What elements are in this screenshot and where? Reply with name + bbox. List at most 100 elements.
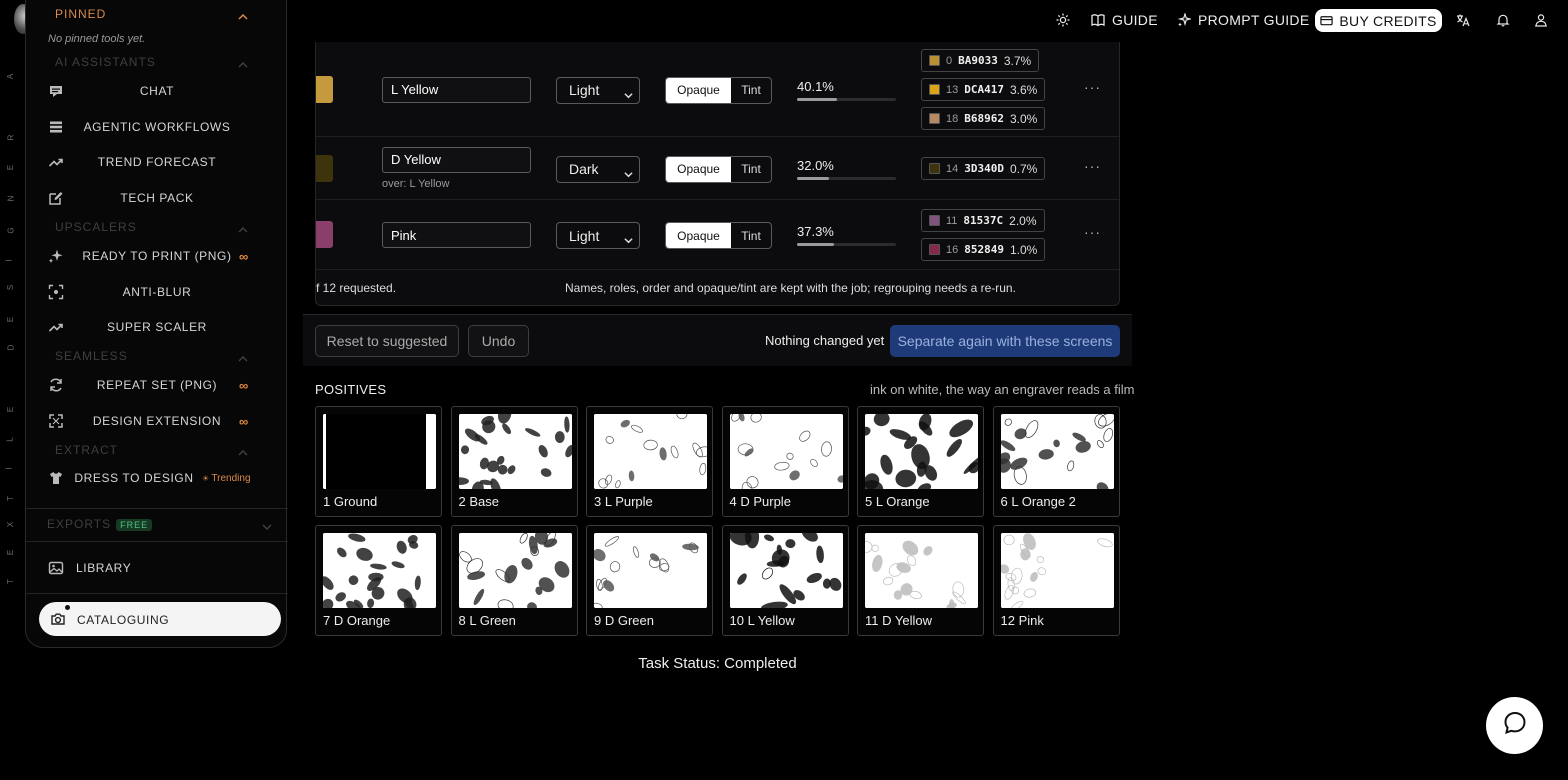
- more-options-icon[interactable]: ···: [1084, 224, 1101, 240]
- strip-letter: G: [6, 227, 16, 234]
- more-options-icon[interactable]: ···: [1084, 79, 1101, 95]
- positive-film-tile[interactable]: 2 Base: [450, 406, 578, 517]
- film-label: 9 D Green: [594, 613, 654, 628]
- palette-color-chip[interactable]: 0 BA9033 3.7%: [921, 49, 1040, 72]
- chevron-up-icon[interactable]: [238, 222, 248, 233]
- chevron-up-icon[interactable]: [238, 9, 248, 20]
- positive-film-tile[interactable]: 3 L Purple: [586, 406, 713, 517]
- chevron-down-icon: [624, 87, 633, 98]
- positive-film-tile[interactable]: 11 D Yellow: [857, 525, 984, 636]
- film-thumbnail: [458, 414, 572, 489]
- buy-credits-button[interactable]: BUY CREDITS: [1315, 9, 1442, 32]
- sparkle-icon: [48, 248, 64, 264]
- support-chat-button[interactable]: [1486, 697, 1543, 754]
- sidebar-item-dress-to-design[interactable]: DRESS TO DESIGN ☀ Trending: [26, 463, 288, 493]
- opaque-option[interactable]: Opaque: [666, 77, 731, 103]
- opaque-option[interactable]: Opaque: [666, 156, 731, 182]
- role-select[interactable]: Light: [556, 222, 640, 249]
- film-label: 11 D Yellow: [865, 613, 932, 628]
- theme-toggle[interactable]: [1056, 8, 1070, 32]
- coverage-bar-fill: [797, 176, 829, 180]
- coverage-bar-fill: [797, 97, 837, 101]
- screen-color-swatch[interactable]: [316, 221, 333, 248]
- translate-icon: [1456, 13, 1470, 27]
- palette-color-chip[interactable]: 13 DCA417 3.6%: [921, 78, 1046, 101]
- positive-film-tile[interactable]: 6 L Orange 2: [992, 406, 1120, 517]
- screen-name-input[interactable]: [382, 146, 531, 173]
- sidebar-item-label: TREND FORECAST: [97, 155, 217, 169]
- chip-hex: 81537C: [963, 214, 1004, 227]
- tint-option[interactable]: Tint: [731, 223, 771, 248]
- sidebar-item-tech-pack[interactable]: TECH PACK: [26, 183, 288, 213]
- sidebar-item-library[interactable]: LIBRARY: [26, 553, 288, 583]
- prompt-guide-link[interactable]: PROMPT GUIDE: [1177, 8, 1309, 32]
- sidebar-item-cataloguing[interactable]: CATALOGUING: [39, 602, 281, 636]
- buy-credits-label: BUY CREDITS: [1339, 12, 1437, 29]
- section-header[interactable]: EXTRACT: [55, 443, 118, 457]
- positive-film-tile[interactable]: 10 L Yellow: [721, 525, 849, 636]
- sidebar-item-label: ANTI-BLUR: [122, 285, 192, 299]
- sidebar-item-label: LIBRARY: [76, 561, 132, 575]
- chevron-up-icon[interactable]: [238, 57, 248, 68]
- screen-color-swatch[interactable]: [316, 75, 333, 103]
- chevron-down-icon[interactable]: [262, 519, 272, 531]
- expand-icon: [48, 413, 64, 429]
- chip-swatch: [929, 163, 940, 174]
- positive-film-tile[interactable]: 5 L Orange: [857, 406, 984, 517]
- sidebar-item-ready-to-print-png[interactable]: READY TO PRINT (PNG) ∞: [26, 241, 288, 271]
- chip-percent: 0.7%: [1010, 161, 1038, 176]
- positive-film-tile[interactable]: 12 Pink: [992, 525, 1120, 636]
- section-header[interactable]: AI ASSISTANTS: [55, 55, 156, 69]
- film-label: 5 L Orange: [865, 494, 930, 509]
- sidebar-item-design-extension[interactable]: DESIGN EXTENSION ∞: [26, 406, 288, 436]
- language-button[interactable]: [1456, 8, 1470, 32]
- palette-color-chip[interactable]: 16 852849 1.0%: [921, 238, 1046, 261]
- screen-name-input[interactable]: [382, 76, 531, 103]
- chip-hex: DCA417: [964, 83, 1004, 96]
- reset-to-suggested-button[interactable]: Reset to suggested: [315, 325, 459, 357]
- positive-film-tile[interactable]: 4 D Purple: [721, 406, 849, 517]
- role-select[interactable]: Light: [556, 76, 640, 104]
- sidebar-item-agentic-workflows[interactable]: AGENTIC WORKFLOWS: [26, 112, 288, 142]
- tint-option[interactable]: Tint: [731, 78, 771, 103]
- section-header[interactable]: SEAMLESS: [55, 349, 128, 363]
- role-select[interactable]: Dark: [556, 155, 640, 183]
- change-status: Nothing changed yet: [765, 333, 885, 348]
- positive-film-tile[interactable]: 8 L Green: [450, 525, 578, 636]
- sidebar-item-anti-blur[interactable]: ANTI-BLUR: [26, 277, 288, 307]
- chevron-up-icon[interactable]: [238, 351, 248, 362]
- pinned-section-header[interactable]: PINNED: [55, 7, 106, 21]
- palette-color-chip[interactable]: 18 B68962 3.0%: [921, 107, 1046, 130]
- film-thumbnail: [865, 533, 978, 608]
- coverage-percent: 32.0%: [797, 157, 834, 173]
- palette-color-chip[interactable]: 14 3D340D 0.7%: [921, 157, 1046, 180]
- more-options-icon[interactable]: ···: [1084, 158, 1101, 174]
- notifications-button[interactable]: [1496, 8, 1510, 32]
- sidebar-item-super-scaler[interactable]: SUPER SCALER: [26, 312, 288, 342]
- sidebar-item-repeat-set-png[interactable]: REPEAT SET (PNG) ∞: [26, 370, 288, 400]
- positive-film-tile[interactable]: 9 D Green: [586, 525, 713, 636]
- chip-percent: 3.7%: [1003, 53, 1032, 68]
- coverage-bar-fill: [797, 243, 834, 246]
- opaque-option[interactable]: Opaque: [666, 223, 731, 248]
- positive-film-tile[interactable]: 1 Ground: [315, 406, 442, 517]
- exports-section-header[interactable]: EXPORTS FREE: [47, 517, 153, 531]
- positive-film-tile[interactable]: 7 D Orange: [315, 525, 442, 636]
- guide-link[interactable]: GUIDE: [1091, 8, 1158, 32]
- chat-bubble-icon: [1502, 710, 1528, 741]
- screen-name-input[interactable]: [382, 222, 531, 248]
- tint-option[interactable]: Tint: [731, 157, 771, 182]
- chevron-down-icon: [624, 232, 633, 244]
- chevron-up-icon[interactable]: [238, 445, 248, 456]
- workflow-icon: [48, 119, 64, 135]
- sidebar-item-trend-forecast[interactable]: TREND FORECAST: [26, 147, 288, 177]
- palette-color-chip[interactable]: 11 81537C 2.0%: [921, 209, 1045, 232]
- account-button[interactable]: [1534, 8, 1548, 32]
- screen-color-swatch[interactable]: [316, 154, 333, 182]
- separate-again-button[interactable]: Separate again with these screens: [890, 325, 1120, 357]
- camera-icon: [50, 611, 66, 627]
- undo-button[interactable]: Undo: [468, 325, 529, 357]
- section-header[interactable]: UPSCALERS: [55, 220, 137, 234]
- chip-swatch: [929, 84, 940, 95]
- sidebar-item-chat[interactable]: CHAT: [26, 76, 288, 106]
